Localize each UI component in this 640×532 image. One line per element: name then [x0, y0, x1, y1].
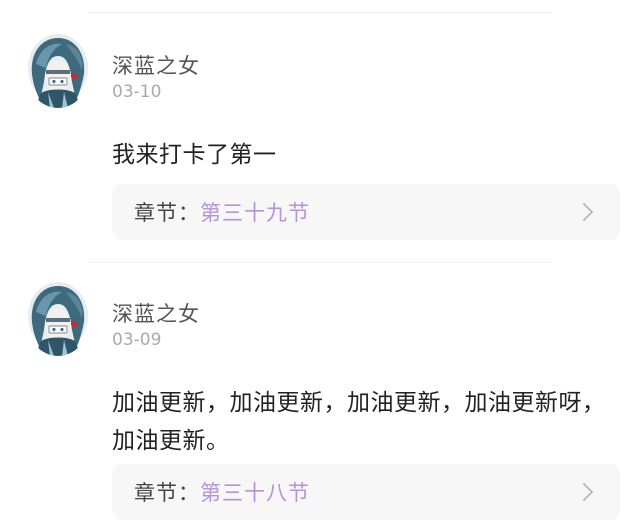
chevron-right-icon — [583, 483, 593, 501]
chevron-right-icon — [583, 203, 593, 221]
chapter-title: 第三十八节 — [200, 481, 310, 505]
comment-text: 加油更新，加油更新，加油更新，加油更新呀，加油更新。 — [112, 390, 606, 454]
avatar-image — [26, 282, 90, 356]
username[interactable]: 深蓝之女 — [112, 298, 200, 328]
comment-date: 03-10 — [112, 82, 162, 102]
username[interactable]: 深蓝之女 — [112, 50, 200, 80]
comment-date: 03-09 — [112, 330, 162, 350]
chapter-link[interactable]: 章节： 第三十八节 — [112, 464, 620, 520]
chapter-prefix: 章节： — [134, 481, 200, 505]
chapter-link[interactable]: 章节： 第三十九节 — [112, 184, 620, 240]
chapter-title: 第三十九节 — [200, 201, 310, 225]
avatar[interactable] — [26, 282, 90, 356]
chapter-prefix: 章节： — [134, 201, 200, 225]
divider — [88, 12, 552, 13]
comment-text: 我来打卡了第一 — [112, 142, 277, 168]
divider — [88, 262, 552, 263]
avatar[interactable] — [26, 34, 90, 108]
avatar-image — [26, 34, 90, 108]
